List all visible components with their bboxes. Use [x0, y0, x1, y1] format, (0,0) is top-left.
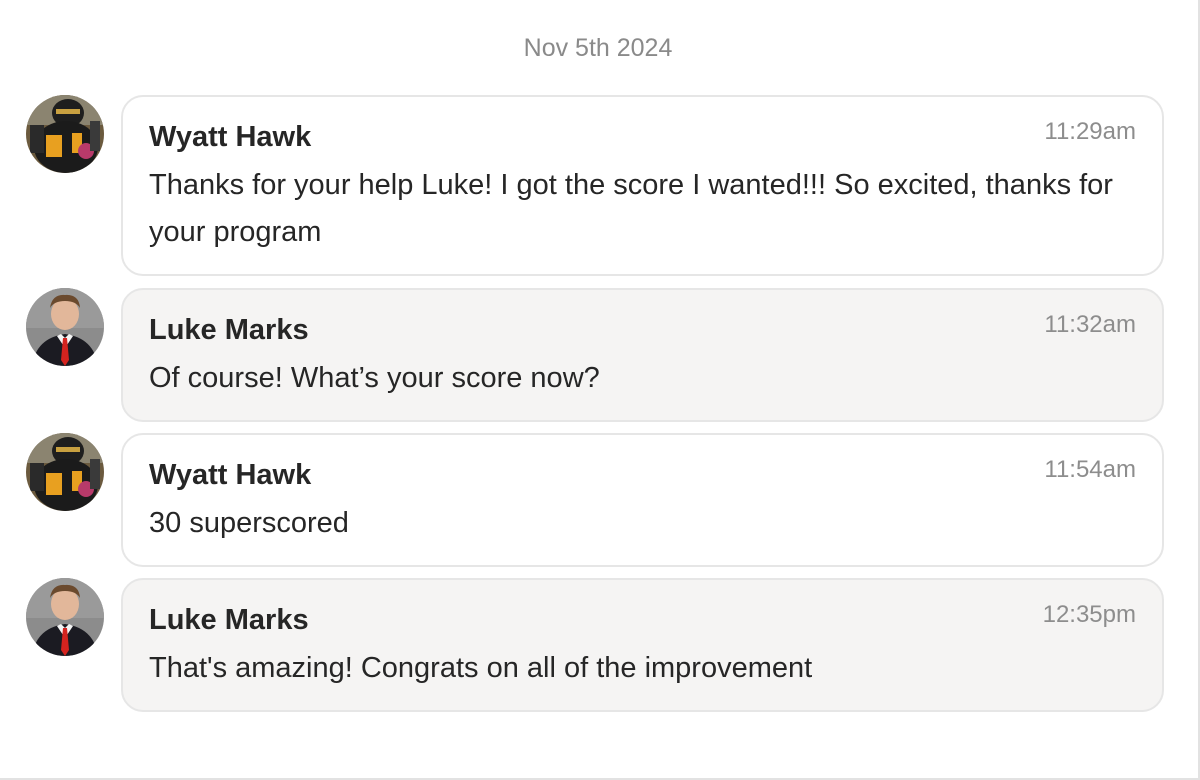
date-separator: Nov 5th 2024 [523, 34, 673, 62]
message-timestamp: 11:54am [1044, 456, 1136, 483]
avatar[interactable] [26, 578, 104, 656]
message-timestamp: 12:35pm [1042, 601, 1136, 628]
message-text: 30 superscored [149, 507, 349, 539]
avatar[interactable] [26, 95, 104, 173]
message-bubble: Wyatt Hawk 11:29am Thanks for your help … [121, 95, 1164, 276]
message-text: Of course! What’s your score now? [149, 362, 600, 394]
message-bubble: Luke Marks 12:35pm That's amazing! Congr… [121, 578, 1164, 712]
message-text: That's amazing! Congrats on all of the i… [149, 652, 813, 684]
suit-portrait-avatar-image [26, 578, 104, 656]
message-text: Thanks for your help Luke! I got the sco… [149, 169, 1113, 248]
message-timestamp: 11:32am [1044, 311, 1136, 338]
suit-portrait-avatar-image [26, 288, 104, 366]
message-bubble: Wyatt Hawk 11:54am 30 superscored [121, 433, 1164, 567]
sender-name: Luke Marks [149, 604, 309, 636]
avatar[interactable] [26, 288, 104, 366]
sender-name: Luke Marks [149, 314, 309, 346]
message-bubble: Luke Marks 11:32am Of course! What’s you… [121, 288, 1164, 422]
avatar[interactable] [26, 433, 104, 511]
message-timestamp: 11:29am [1044, 118, 1136, 145]
sender-name: Wyatt Hawk [149, 121, 312, 153]
football-player-avatar-image [26, 95, 104, 173]
sender-name: Wyatt Hawk [149, 459, 312, 491]
football-player-avatar-image [26, 433, 104, 511]
